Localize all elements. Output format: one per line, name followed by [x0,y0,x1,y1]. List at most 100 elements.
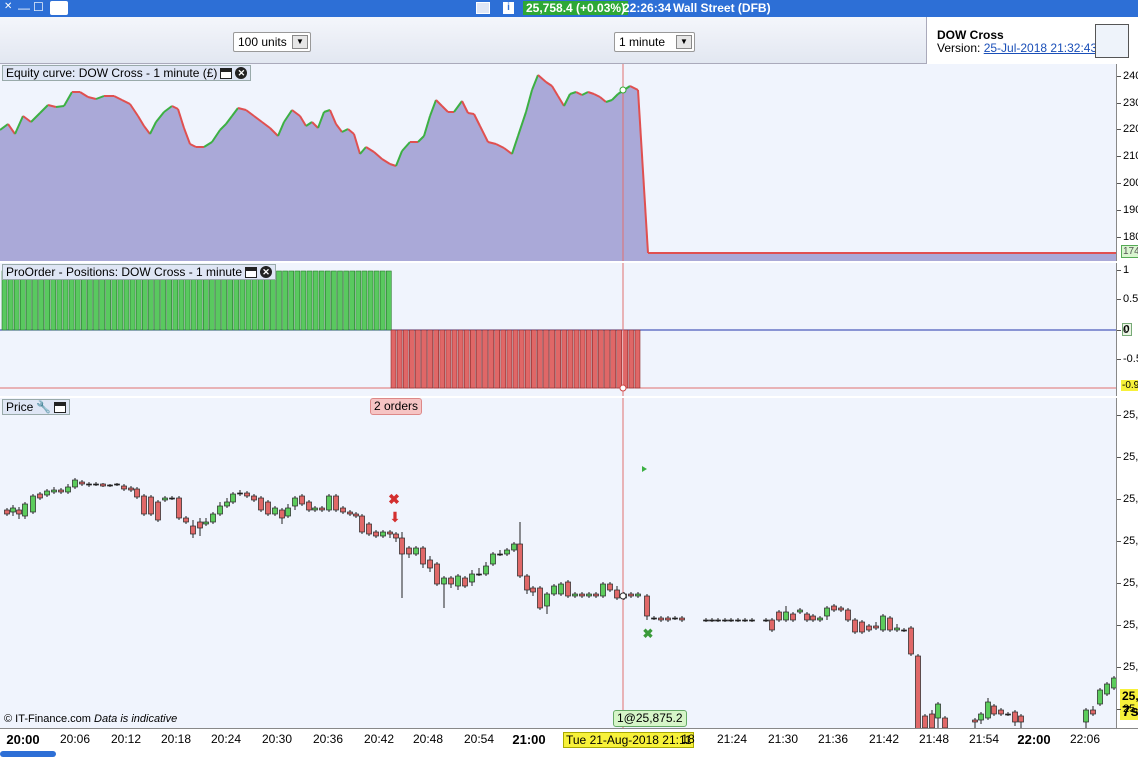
candle-up [504,549,510,555]
candle-down [197,521,203,529]
candle-down [420,547,426,565]
candle-up [1097,689,1103,705]
window-icon[interactable] [245,266,258,278]
chevron-down-icon[interactable]: ▼ [676,35,692,49]
version-link[interactable]: 25-Jul-2018 21:32:43 [984,41,1097,55]
candle-down [427,559,433,569]
candle-down [37,493,43,499]
candle-up [237,492,243,495]
candle-down [387,531,393,535]
candle-up [230,493,236,503]
close-icon[interactable]: ✕ [260,266,273,278]
close-window-icon[interactable]: ✕ [4,1,12,12]
candle-up [1083,709,1089,723]
position-bar-long [343,270,349,331]
x-tick-label: 21:42 [868,732,900,746]
position-bar-long [276,270,282,331]
candle-down [735,619,741,622]
candle-up [285,507,291,517]
candle-down [658,617,664,621]
price-change-badge: 25,758.4 (+0.03%) [523,1,629,15]
maximize-window-icon[interactable]: ☐ [33,0,44,14]
position-bar-short [433,329,440,389]
candle-down [1005,713,1011,716]
candle-down [121,485,127,490]
position-bar-long [312,270,319,331]
candle-down [742,619,748,622]
position-bar-short [469,329,476,389]
window-icon[interactable] [220,67,233,79]
candle-down [169,497,175,500]
cursor-position-tag: 1@25,875.2 [613,710,687,727]
candle-up [380,531,386,537]
candle-up [162,497,168,501]
position-bar-short [543,329,549,389]
y-tick-label: 25, [1117,535,1138,547]
position-bar-short [530,329,537,389]
x-tick-label: 20:06 [59,732,91,746]
equity-y-axis: 174 240 230 220 210 200 190 180 [1116,64,1138,261]
candle-up [22,503,28,517]
candle-down [530,587,536,593]
position-bar-short [549,329,555,389]
candle-up [51,489,57,493]
horizontal-scrollbar[interactable] [0,751,56,757]
wrench-icon[interactable]: 🔧 [36,400,51,414]
candle-down [679,617,685,621]
candle-down [190,525,196,535]
candle-down [16,509,22,515]
y-tick-label: 0.5 [1117,293,1138,305]
timeframe-value: 1 minute [619,35,666,49]
candle-down [299,495,305,505]
candle-up [894,627,900,631]
window-icon[interactable] [54,401,67,413]
candle-down [593,593,599,597]
time-axis: Tue 21-Aug-2018 21:11 20:00 20:06 20:12 20:… [0,728,1138,757]
candle-down [763,619,769,622]
candle-down [141,495,147,515]
candle-down [279,509,285,519]
position-bar-short [512,329,519,389]
position-bar-short [476,329,482,389]
candle-down [908,627,914,655]
candle-down [347,511,353,515]
info-icon[interactable]: i [503,2,514,14]
x-tick-label: 20:24 [210,732,242,746]
x-tick-label: 22:00 [1017,732,1051,747]
candle-down [393,533,399,539]
y-tick-label: 25, [1117,409,1138,421]
position-bar-short [616,329,623,389]
candle-down [258,497,264,511]
position-bar-short [463,329,470,389]
price-candlestick-chart: ✖ ⬇ ✖ [4,398,1116,728]
candle-down [866,625,872,631]
close-icon[interactable]: ✕ [235,67,248,79]
candle-down [399,537,405,555]
candle-up [797,609,803,613]
candle-down [340,507,346,513]
detach-window-icon[interactable] [476,2,490,14]
candle-up [880,615,886,631]
position-bar-long [318,270,325,331]
units-dropdown[interactable]: 100 units ▼ [233,32,311,52]
candle-down [1012,711,1018,723]
equity-title-text: Equity curve: DOW Cross - 1 minute (£) [6,66,218,80]
keyboard-icon[interactable] [50,1,68,15]
minimize-window-icon[interactable]: — [18,1,30,15]
y-tick-label: 200 [1117,177,1138,189]
candle-down [607,583,613,591]
equity-last-tag: 174 [1121,245,1138,258]
chevron-down-icon[interactable]: ▼ [292,35,308,49]
y-tick-label: 220 [1117,123,1138,135]
candle-down [565,581,571,597]
candle-down [852,619,858,633]
timeframe-dropdown[interactable]: 1 minute ▼ [614,32,695,52]
strategy-report-icon[interactable] [1095,24,1129,58]
candle-down [929,713,935,728]
orders-badge[interactable]: 2 orders [370,398,423,415]
price-tag-value: 25, [1122,689,1138,703]
candle-down [251,495,257,501]
candle-up [558,583,564,595]
position-bar-short [573,329,580,389]
candle-down [406,547,412,555]
